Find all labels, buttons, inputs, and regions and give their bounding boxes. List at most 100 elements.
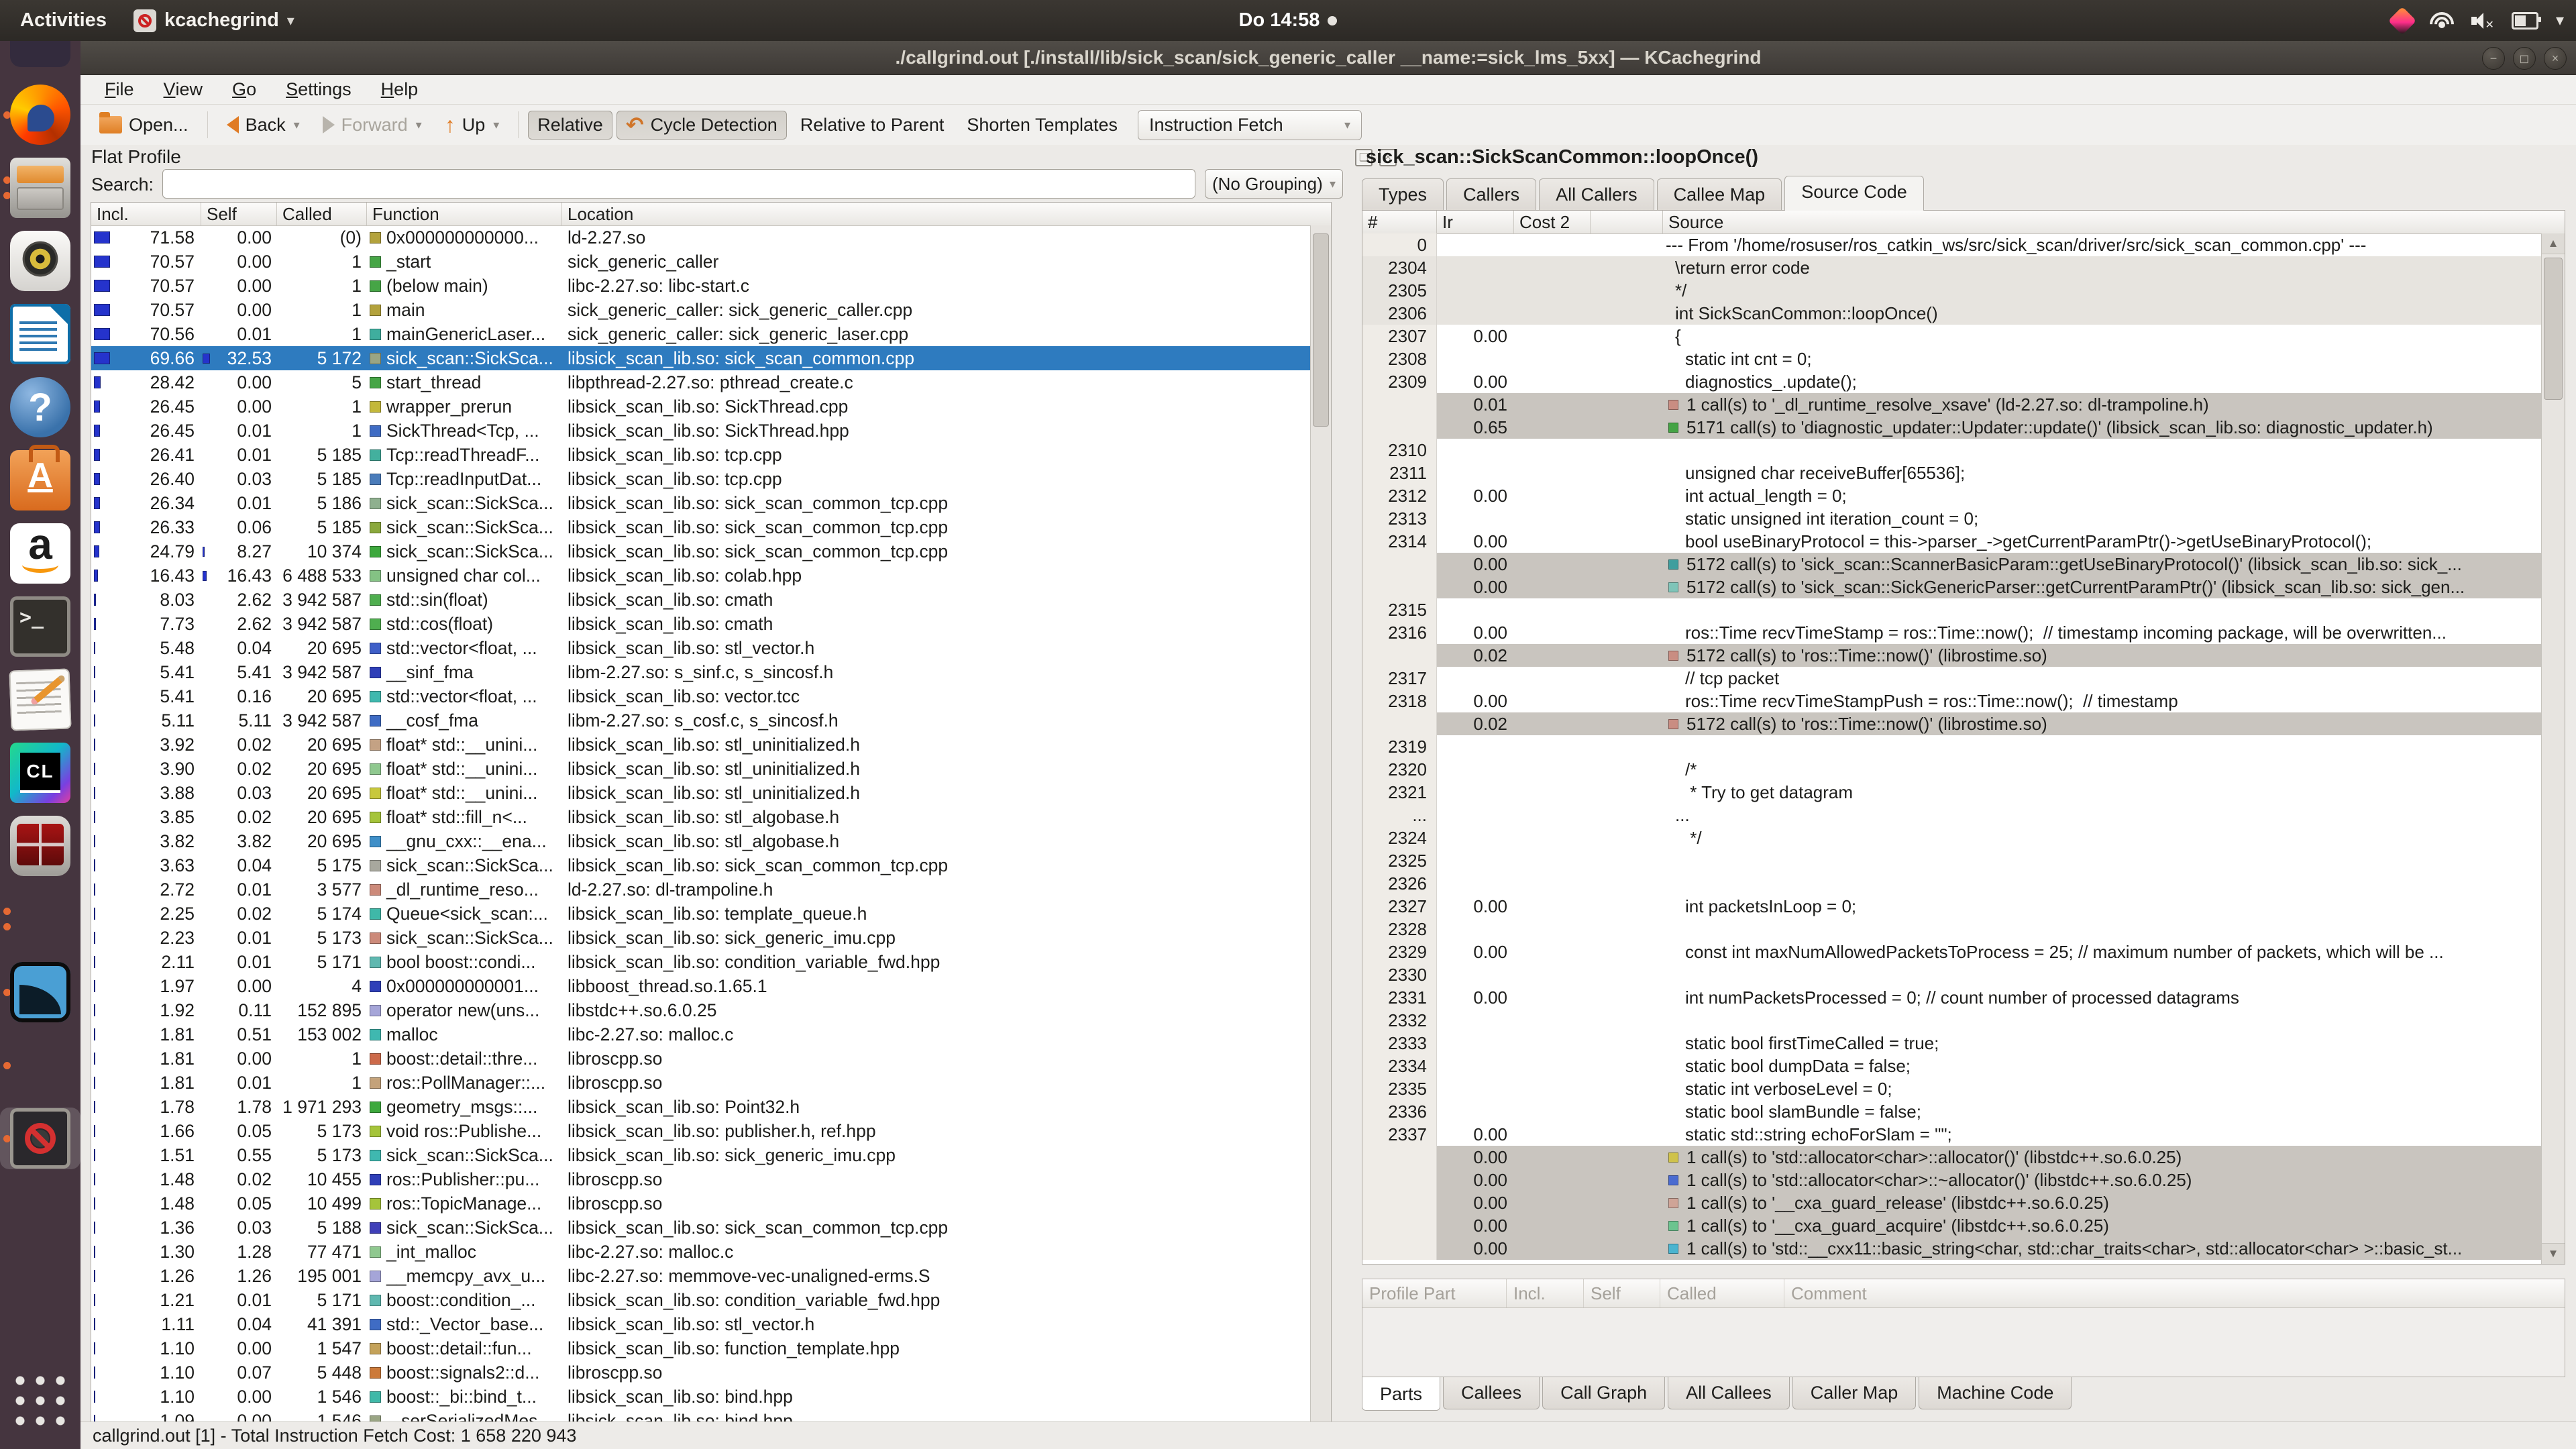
tab-source-code[interactable]: Source Code — [1784, 176, 1924, 211]
table-row[interactable]: 71.580.00(0)0x000000000000...ld-2.27.so — [91, 225, 1311, 250]
table-row[interactable]: 28.420.005start_threadlibpthread-2.27.so… — [91, 370, 1311, 394]
table-row[interactable]: 3.920.0220 695float* std::__unini...libs… — [91, 733, 1311, 757]
open-button[interactable]: Open... — [90, 111, 198, 140]
menu-go[interactable]: Go — [217, 75, 271, 104]
source-line[interactable]: 2313static unsigned int iteration_count … — [1362, 507, 2542, 530]
source-line[interactable]: 23090.00diagnostics_.update(); — [1362, 370, 2542, 393]
launcher-item-show-applications[interactable] — [0, 1370, 80, 1432]
source-line[interactable]: 2333static bool firstTimeCalled = true; — [1362, 1032, 2542, 1055]
table-row[interactable]: 70.570.001_startsick_generic_caller — [91, 250, 1311, 274]
source-line[interactable]: 2311unsigned char receiveBuffer[65536]; — [1362, 462, 2542, 484]
table-row[interactable]: 3.823.8220 695__gnu_cxx::__ena...libsick… — [91, 829, 1311, 853]
source-line[interactable]: 2310 — [1362, 439, 2542, 462]
table-row[interactable]: 1.510.555 173sick_scan::SickSca...libsic… — [91, 1143, 1311, 1167]
scroll-up-icon[interactable]: ▲ — [2542, 233, 2565, 254]
source-header[interactable]: #IrCost 2Source — [1362, 211, 2565, 234]
table-row[interactable]: 26.450.001wrapper_prerunlibsick_scan_lib… — [91, 394, 1311, 419]
launcher-item-file-cabinet[interactable] — [0, 157, 80, 219]
launcher-item-terminator-2[interactable] — [0, 888, 80, 950]
table-row[interactable]: 70.570.001(below main)libc-2.27.so: libc… — [91, 274, 1311, 298]
parts-column-profile-part[interactable]: Profile Part — [1362, 1279, 1507, 1307]
table-row[interactable]: 3.880.0320 695float* std::__unini...libs… — [91, 781, 1311, 805]
source-line[interactable]: 0.005172 call(s) to 'sick_scan::ScannerB… — [1362, 553, 2542, 576]
table-row[interactable]: 1.781.781 971 293geometry_msgs::...libsi… — [91, 1095, 1311, 1119]
table-row[interactable]: 1.360.035 188sick_scan::SickSca...libsic… — [91, 1216, 1311, 1240]
source-line[interactable]: ...... — [1362, 804, 2542, 826]
search-input[interactable] — [162, 169, 1195, 199]
tab-machine-code[interactable]: Machine Code — [1919, 1377, 2072, 1409]
table-row[interactable]: 1.660.055 173void ros::Publishe...libsic… — [91, 1119, 1311, 1143]
table-row[interactable]: 8.032.623 942 587std::sin(float)libsick_… — [91, 588, 1311, 612]
launcher-item-help[interactable] — [0, 376, 80, 438]
flat-profile-header[interactable]: Incl.SelfCalledFunctionLocation — [91, 203, 1331, 226]
source-line[interactable]: 2334static bool dumpData = false; — [1362, 1055, 2542, 1077]
grouping-combobox[interactable]: (No Grouping) ▾ — [1205, 169, 1343, 199]
table-row[interactable]: 26.450.011SickThread<Tcp, ...libsick_sca… — [91, 419, 1311, 443]
parts-column-incl.[interactable]: Incl. — [1507, 1279, 1584, 1307]
table-row[interactable]: 26.340.015 186sick_scan::SickSca...libsi… — [91, 491, 1311, 515]
launcher-item-rhythmbox[interactable] — [0, 230, 80, 292]
toggle-relative[interactable]: Relative — [528, 111, 612, 140]
table-row[interactable]: 1.810.001boost::detail::thre...libroscpp… — [91, 1046, 1311, 1071]
chevron-down-icon[interactable]: ▾ — [493, 118, 499, 132]
tab-callers[interactable]: Callers — [1446, 178, 1536, 211]
source-line[interactable]: 2320/* — [1362, 758, 2542, 781]
table-row[interactable]: 5.410.1620 695std::vector<float, ...libs… — [91, 684, 1311, 708]
tab-call-graph[interactable]: Call Graph — [1542, 1377, 1665, 1409]
menu-file[interactable]: File — [90, 75, 149, 104]
source-line[interactable]: 23120.00int actual_length = 0; — [1362, 484, 2542, 507]
table-row[interactable]: 7.732.623 942 587std::cos(float)libsick_… — [91, 612, 1311, 636]
source-line[interactable]: 2321 * Try to get datagram — [1362, 781, 2542, 804]
table-row[interactable]: 1.480.0510 499ros::TopicManage...librosc… — [91, 1191, 1311, 1216]
table-row[interactable]: 1.920.11152 895operator new(uns...libstd… — [91, 998, 1311, 1022]
chevron-down-icon[interactable]: ▾ — [294, 118, 300, 132]
menu-view[interactable]: View — [149, 75, 218, 104]
source-line[interactable]: 0.011 call(s) to '_dl_runtime_resolve_xs… — [1362, 393, 2542, 416]
table-row[interactable]: 1.810.51153 002malloclibc-2.27.so: mallo… — [91, 1022, 1311, 1046]
minimize-button[interactable]: − — [2482, 47, 2505, 70]
source-line[interactable]: 23290.00const int maxNumAllowedPacketsTo… — [1362, 941, 2542, 963]
toggle-shorten-templates[interactable]: Shorten Templates — [957, 111, 1127, 140]
source-line[interactable]: 2330 — [1362, 963, 2542, 986]
table-row[interactable]: 69.6632.535 172sick_scan::SickSca...libs… — [91, 346, 1311, 370]
table-row[interactable]: 26.330.065 185sick_scan::SickSca...libsi… — [91, 515, 1311, 539]
flat-profile-scrollbar[interactable] — [1310, 225, 1331, 1421]
source-line[interactable]: 23140.00bool useBinaryProtocol = this->p… — [1362, 530, 2542, 553]
tab-callees[interactable]: Callees — [1443, 1377, 1540, 1409]
source-line[interactable]: 0.025172 call(s) to 'ros::Time::now()' (… — [1362, 712, 2542, 735]
tab-parts[interactable]: Parts — [1362, 1377, 1440, 1411]
column-header-function[interactable]: Function — [367, 203, 562, 225]
parts-column-comment[interactable]: Comment — [1784, 1279, 2565, 1307]
source-line[interactable]: 0.001 call(s) to '__cxa_guard_release' (… — [1362, 1191, 2542, 1214]
menu-help[interactable]: Help — [366, 75, 433, 104]
table-row[interactable]: 1.110.0441 391std::_Vector_base...libsic… — [91, 1312, 1311, 1336]
launcher-item-ubuntu-dash[interactable] — [0, 41, 80, 68]
menu-settings[interactable]: Settings — [271, 75, 366, 104]
source-line[interactable]: 0--- From '/home/rosuser/ros_catkin_ws/s… — [1362, 233, 2542, 256]
window-titlebar[interactable]: ./callgrind.out [./install/lib/sick_scan… — [80, 41, 2576, 75]
table-row[interactable]: 5.115.113 942 587__cosf_fmalibm-2.27.so:… — [91, 708, 1311, 733]
table-row[interactable]: 5.480.0420 695std::vector<float, ...libs… — [91, 636, 1311, 660]
source-line[interactable]: 2336static bool slamBundle = false; — [1362, 1100, 2542, 1123]
scrollbar-thumb[interactable] — [1313, 233, 1329, 427]
source-line[interactable]: 0.001 call(s) to 'std::allocator<char>::… — [1362, 1146, 2542, 1169]
back-button[interactable]: Back ▾ — [217, 111, 309, 140]
table-row[interactable]: 1.090.001 546...serSerializedMes...libsi… — [91, 1409, 1311, 1421]
source-line[interactable]: 0.001 call(s) to 'std::allocator<char>::… — [1362, 1169, 2542, 1191]
column-header-location[interactable]: Location — [562, 203, 1291, 225]
source-line[interactable]: 2304\return error code — [1362, 256, 2542, 279]
source-column-Ir[interactable]: Ir — [1437, 211, 1514, 233]
source-column-Source[interactable]: Source — [1663, 211, 2565, 233]
toggle-cycle-detection[interactable]: ↶Cycle Detection — [616, 111, 787, 140]
table-row[interactable]: 2.230.015 173sick_scan::SickSca...libsic… — [91, 926, 1311, 950]
source-line[interactable]: 2324 */ — [1362, 826, 2542, 849]
launcher-item-firefox[interactable] — [0, 84, 80, 146]
tab-all-callees[interactable]: All Callees — [1668, 1377, 1790, 1409]
source-line[interactable]: 23070.00{ — [1362, 325, 2542, 347]
launcher-item-wireshark[interactable] — [0, 961, 80, 1023]
launcher-item-clion[interactable] — [0, 742, 80, 804]
table-row[interactable]: 1.301.2877 471_int_malloclibc-2.27.so: m… — [91, 1240, 1311, 1264]
parts-column-self[interactable]: Self — [1584, 1279, 1660, 1307]
system-status-area[interactable]: ✕ ▾ — [2392, 0, 2564, 41]
source-line[interactable]: 2332 — [1362, 1009, 2542, 1032]
